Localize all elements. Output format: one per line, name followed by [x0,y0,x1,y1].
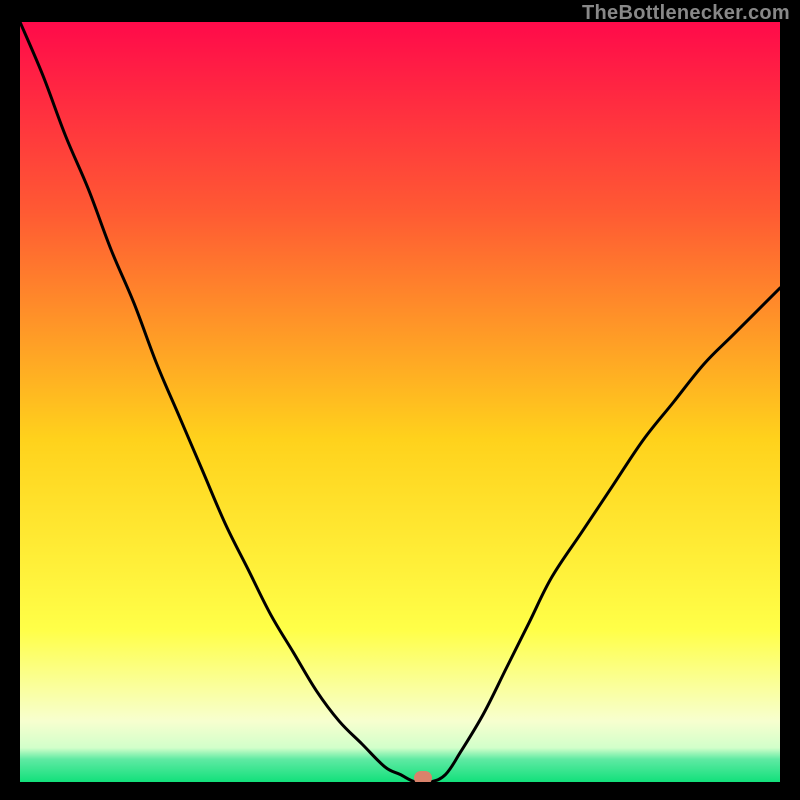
chart-curve [20,22,780,782]
optimal-point-marker [414,771,432,782]
chart-container: TheBottlenecker.com [0,0,800,800]
source-caption: TheBottlenecker.com [582,2,790,25]
plot-area [20,22,780,782]
